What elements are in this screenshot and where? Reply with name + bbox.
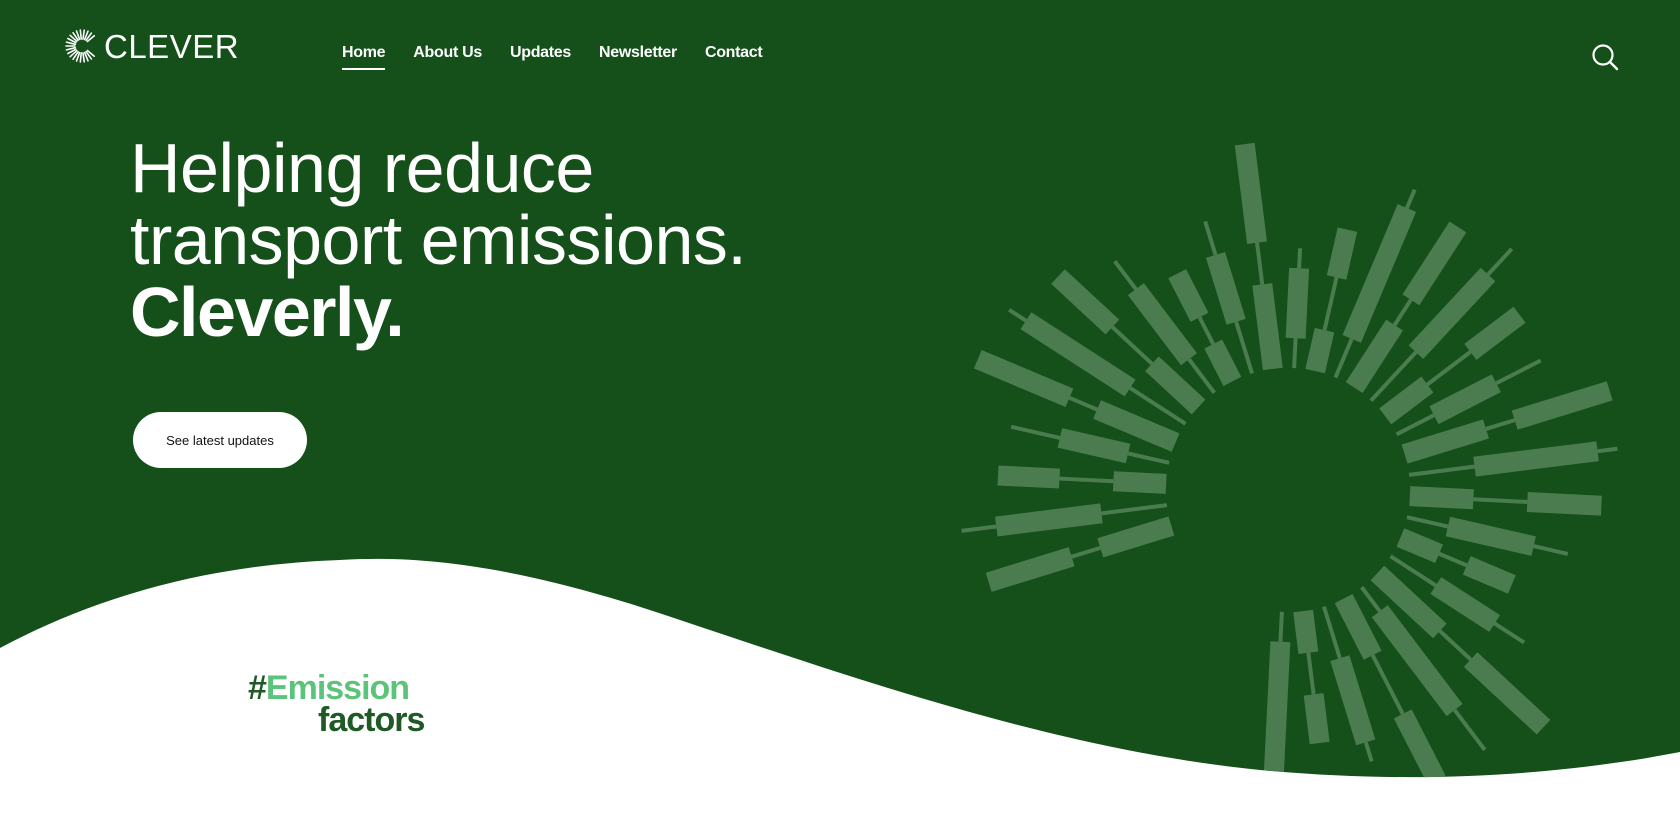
sunburst-ray: [1252, 283, 1283, 371]
hashtag-subword: factors: [318, 701, 425, 739]
logo[interactable]: CLEVER: [64, 28, 239, 64]
sunburst-ray: [1278, 611, 1284, 642]
nav-item-contact[interactable]: Contact: [705, 44, 763, 70]
sunburst-ray: [1297, 248, 1303, 269]
nav-item-newsletter[interactable]: Newsletter: [599, 44, 677, 70]
page: CLEVER Home About Us Updates Newsletter …: [0, 0, 1680, 835]
sunburst-ray: [1293, 609, 1319, 654]
sunburst-c-icon: [65, 29, 96, 63]
sunburst-ray: [1326, 227, 1358, 280]
sunburst-ray: [1597, 446, 1618, 454]
sunburst-ray: [1292, 338, 1298, 369]
sunburst-ray: [1234, 142, 1267, 244]
nav-item-updates[interactable]: Updates: [510, 44, 571, 70]
brand-name: CLEVER: [104, 27, 240, 65]
sunburst-ray: [997, 465, 1060, 489]
hashtag-symbol: #: [248, 669, 267, 707]
nav-item-about-us[interactable]: About Us: [413, 44, 482, 70]
sunburst-ray: [1409, 486, 1474, 510]
sunburst-ray: [1473, 497, 1528, 504]
sunburst-ray: [1526, 491, 1602, 516]
sunburst-ray: [1285, 267, 1310, 339]
headline-line-3: Cleverly.: [130, 273, 405, 351]
emission-factors-hashtag: #Emission factors: [248, 669, 425, 739]
search-button[interactable]: [1590, 42, 1620, 72]
see-latest-updates-button[interactable]: See latest updates: [133, 412, 307, 468]
search-icon: [1592, 44, 1619, 71]
headline-line-2: transport emissions.: [130, 201, 747, 279]
headline-line-1: Helping reduce: [130, 129, 594, 207]
sunburst-ray: [1112, 471, 1167, 494]
sunburst-ray: [1263, 641, 1291, 778]
sunburst-ray: [995, 503, 1103, 537]
main-nav: Home About Us Updates Newsletter Contact: [342, 44, 763, 70]
sunburst-ray: [1272, 784, 1274, 819]
sunburst-ray: [1303, 693, 1330, 745]
sunburst-ray: [1305, 327, 1335, 374]
sunburst-ray: [1059, 476, 1114, 484]
hero-headline: Helping reduce transport emissions. Clev…: [130, 129, 747, 351]
nav-item-home[interactable]: Home: [342, 44, 386, 70]
